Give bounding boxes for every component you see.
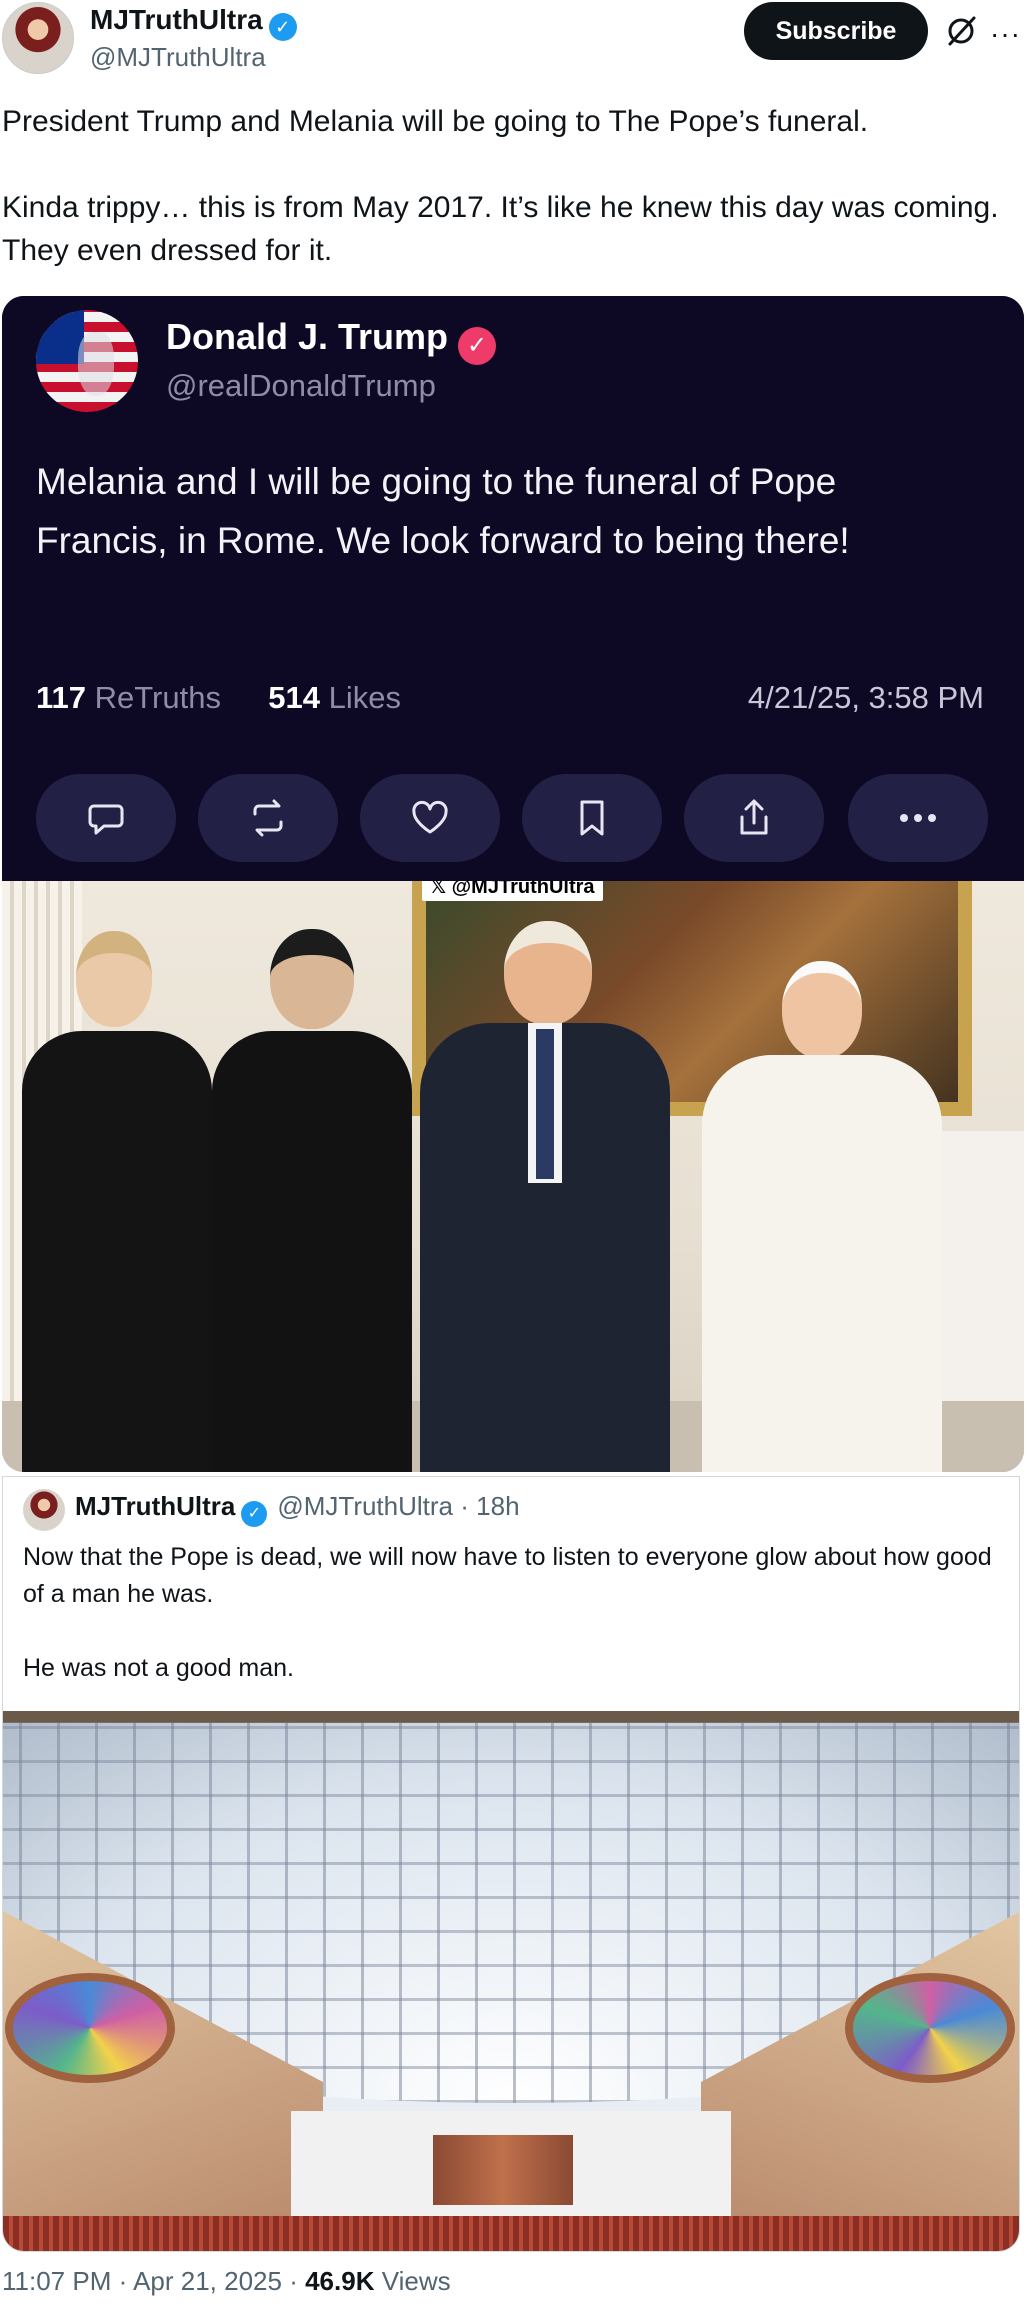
author-name-row[interactable]: MJTruthUltra ✓ (90, 4, 297, 41)
post-time[interactable]: 11:07 PM (2, 2266, 111, 2296)
quoted-age[interactable]: 18h (476, 1491, 519, 1521)
quoted-post[interactable]: MJTruthUltra ✓ @MJTruthUltra · 18h Now tha… (2, 1476, 1020, 2252)
quoted-text: Now that the Pope is dead, we will now h… (23, 1543, 992, 1682)
vatican-2017-photo: 𝕏 @MJTruthUltra (2, 881, 1024, 1472)
grok-icon[interactable] (944, 14, 978, 48)
author-avatar[interactable] (2, 2, 74, 74)
truth-body-text: Melania and I will be going to the funer… (36, 461, 850, 561)
quoted-separator: · (460, 1491, 469, 1521)
likes-label: Likes (328, 680, 401, 715)
truth-verified-badge-icon: ✓ (458, 327, 497, 365)
person-pope (702, 951, 942, 1472)
post-media[interactable]: Donald J. Trump ✓ @realDonaldTrump Melani… (2, 296, 1024, 1472)
photo-watermark: 𝕏 @MJTruthUltra (422, 881, 603, 901)
verified-badge-icon: ✓ (268, 13, 297, 41)
truth-timestamp: 4/21/25, 3:58 PM (747, 680, 984, 715)
truth-author-name-row: Donald J. Trump ✓ (166, 316, 497, 365)
stained-glass-window-right (845, 1973, 1015, 2083)
views-label: Views (381, 2266, 451, 2296)
footer-separator: · (289, 2266, 298, 2296)
quoted-author-row[interactable]: MJTruthUltra ✓ @MJTruthUltra · 18h (75, 1491, 520, 1527)
quoted-verified-badge-icon: ✓ (241, 1501, 268, 1527)
post-header: MJTruthUltra ✓ @MJTruthUltra Subscribe ··… (0, 0, 1027, 80)
views-count: 46.9K (305, 2266, 375, 2296)
audience-hall-photo (3, 1711, 1019, 2251)
quoted-author-handle[interactable]: @MJTruthUltra (277, 1491, 453, 1521)
resurrection-sculpture (433, 2135, 573, 2205)
post-text: President Trump and Melania will be goin… (2, 105, 999, 267)
truth-action-bar (36, 774, 988, 862)
hall-seats (3, 2216, 1019, 2251)
likes-count: 514 (268, 680, 320, 715)
reply-icon (36, 774, 176, 862)
truth-author-handle: @realDonaldTrump (166, 368, 436, 403)
person-melania (212, 921, 412, 1472)
heart-icon (360, 774, 500, 862)
watermark-text: @MJTruthUltra (451, 881, 595, 898)
truth-author-avatar (36, 310, 138, 412)
person-trump (420, 911, 670, 1472)
ellipsis-icon (848, 774, 988, 862)
retruth-icon (198, 774, 338, 862)
x-logo-icon: 𝕏 (430, 881, 452, 898)
bookmark-icon (522, 774, 662, 862)
retruths-label: ReTruths (94, 680, 221, 715)
author-name[interactable]: MJTruthUltra (90, 4, 263, 35)
author-handle[interactable]: @MJTruthUltra (90, 42, 266, 73)
subscribe-button[interactable]: Subscribe (744, 2, 928, 60)
more-options-icon[interactable]: ··· (990, 18, 1021, 50)
truth-social-screenshot: Donald J. Trump ✓ @realDonaldTrump Melani… (2, 296, 1024, 881)
post-footer: 11:07 PM · Apr 21, 2025 · 46.9K Views (2, 2266, 451, 2297)
share-icon (684, 774, 824, 862)
truth-stats: 117 ReTruths 514 Likes (36, 680, 401, 716)
stained-glass-window-left (5, 1973, 175, 2083)
quoted-author-name[interactable]: MJTruthUltra (75, 1491, 235, 1521)
quoted-author-avatar[interactable] (23, 1489, 65, 1531)
person-left (22, 921, 212, 1472)
truth-author-name: Donald J. Trump (166, 316, 449, 357)
post-date[interactable]: Apr 21, 2025 (133, 2266, 282, 2296)
retruths-count: 117 (36, 680, 87, 715)
footer-separator: · (118, 2266, 128, 2296)
